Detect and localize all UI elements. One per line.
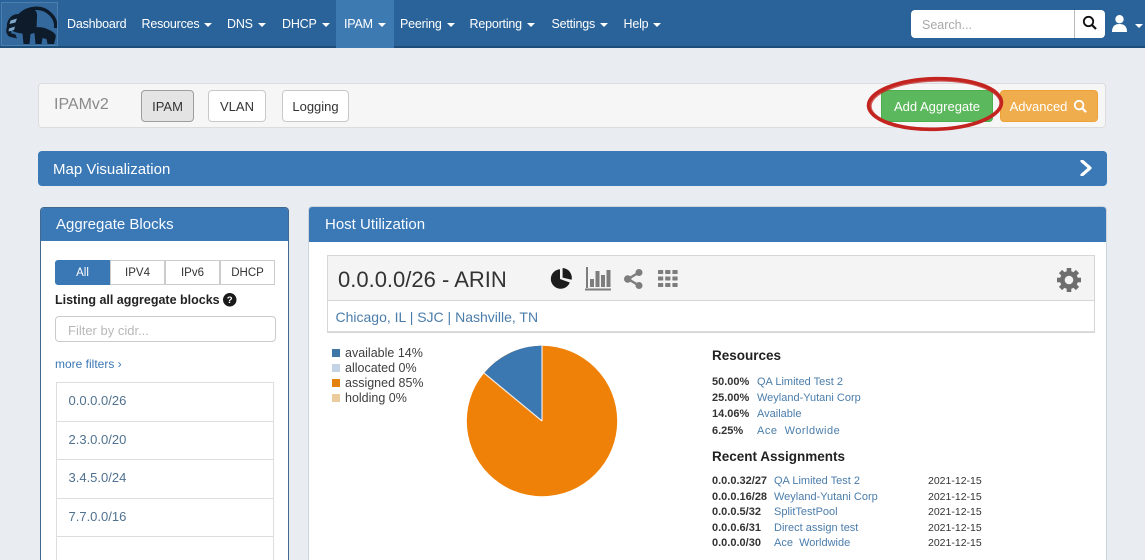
svg-text:?: ? [227, 295, 233, 306]
